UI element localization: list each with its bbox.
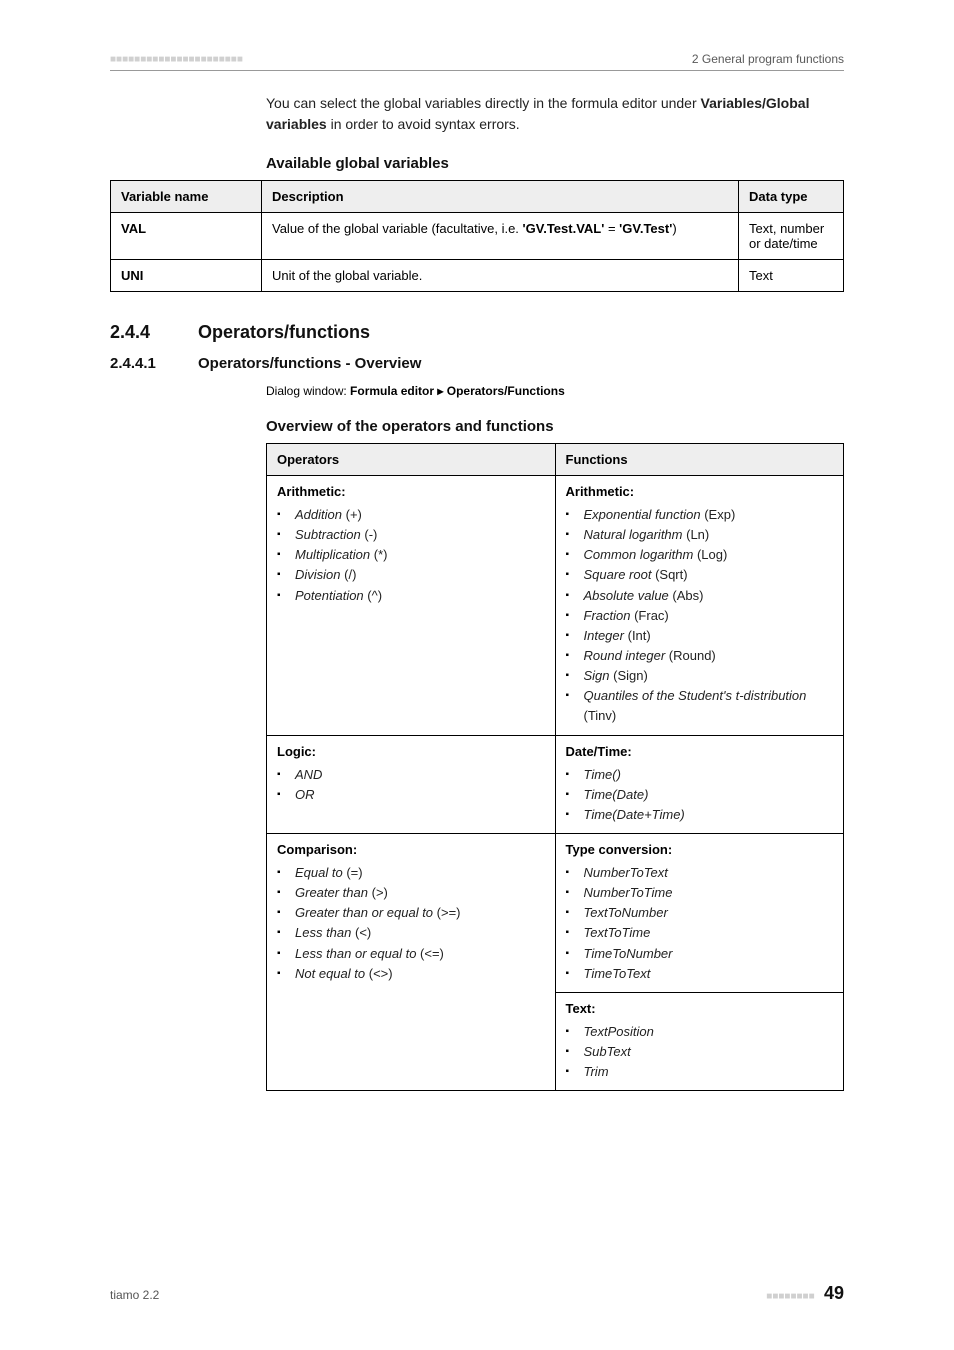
logic-ops-list: ANDOR: [277, 765, 545, 805]
gv-th-type: Data type: [739, 181, 844, 213]
header-blocks: ■■■■■■■■■■■■■■■■■■■■■■: [110, 54, 243, 65]
arith-ops-list: Addition (+)Subtraction (-)Multiplicatio…: [277, 505, 545, 606]
list-item: Potentiation (^): [277, 586, 545, 606]
list-item: Multiplication (*): [277, 545, 545, 565]
list-item: AND: [277, 765, 545, 785]
list-item: Time(): [566, 765, 834, 785]
ops-comp-cell: Comparison: Equal to (=)Greater than (>)…: [267, 833, 556, 1090]
gv-val-type: Text, number or date/time: [739, 213, 844, 260]
list-item: Subtraction (-): [277, 525, 545, 545]
gv-val-desc: Value of the global variable (facultativ…: [262, 213, 739, 260]
header-rule: [110, 70, 844, 71]
gv-caption: Available global variables: [266, 155, 844, 172]
table-row: Logic: ANDOR Date/Time: Time()Time(Date)…: [267, 735, 844, 833]
list-item: Greater than (>): [277, 883, 545, 903]
section-heading: 2.4.4Operators/functions: [110, 322, 844, 343]
gv-uni-name: UNI: [111, 260, 262, 292]
list-item: OR: [277, 785, 545, 805]
list-item: Common logarithm (Log): [566, 545, 834, 565]
list-item: Equal to (=): [277, 863, 545, 883]
datetime-funcs-list: Time()Time(Date)Time(Date+Time): [566, 765, 834, 825]
list-item: Trim: [566, 1062, 834, 1082]
gv-table: Variable name Description Data type VAL …: [110, 180, 844, 292]
ops-th-functions: Functions: [555, 444, 844, 476]
ops-arith-cell: Arithmetic: Addition (+)Subtraction (-)M…: [267, 476, 556, 736]
funcs-arith-cell: Arithmetic: Exponential function (Exp)Na…: [555, 476, 844, 736]
footer-right: ■■■■■■■■ 49: [766, 1283, 844, 1304]
table-row: UNI Unit of the global variable. Text: [111, 260, 844, 292]
list-item: Square root (Sqrt): [566, 565, 834, 585]
list-item: Quantiles of the Student's t-distributio…: [566, 686, 834, 726]
ops-caption: Overview of the operators and functions: [266, 418, 844, 435]
funcs-typeconv-cell: Type conversion: NumberToTextNumberToTim…: [555, 833, 844, 992]
intro-text-c: in order to avoid syntax errors.: [327, 116, 520, 132]
gv-val-name: VAL: [111, 213, 262, 260]
list-item: NumberToTime: [566, 883, 834, 903]
list-item: Time(Date): [566, 785, 834, 805]
table-row: VAL Value of the global variable (facult…: [111, 213, 844, 260]
arith-funcs-list: Exponential function (Exp)Natural logari…: [566, 505, 834, 727]
dialog-path: Dialog window: Formula editor ▸ Operator…: [266, 384, 844, 398]
intro-paragraph: You can select the global variables dire…: [266, 93, 844, 135]
list-item: Sign (Sign): [566, 666, 834, 686]
list-item: Natural logarithm (Ln): [566, 525, 834, 545]
funcs-datetime-cell: Date/Time: Time()Time(Date)Time(Date+Tim…: [555, 735, 844, 833]
comp-ops-list: Equal to (=)Greater than (>)Greater than…: [277, 863, 545, 984]
ops-th-operators: Operators: [267, 444, 556, 476]
list-item: Round integer (Round): [566, 646, 834, 666]
list-item: Exponential function (Exp): [566, 505, 834, 525]
list-item: Division (/): [277, 565, 545, 585]
gv-uni-desc: Unit of the global variable.: [262, 260, 739, 292]
list-item: TextPosition: [566, 1022, 834, 1042]
list-item: SubText: [566, 1042, 834, 1062]
list-item: Time(Date+Time): [566, 805, 834, 825]
gv-th-desc: Description: [262, 181, 739, 213]
text-funcs-list: TextPositionSubTextTrim: [566, 1022, 834, 1082]
intro-text-a: You can select the global variables dire…: [266, 95, 701, 111]
list-item: NumberToText: [566, 863, 834, 883]
ops-logic-cell: Logic: ANDOR: [267, 735, 556, 833]
list-item: TextToNumber: [566, 903, 834, 923]
table-row: Arithmetic: Addition (+)Subtraction (-)M…: [267, 476, 844, 736]
list-item: TimeToNumber: [566, 944, 834, 964]
funcs-text-cell: Text: TextPositionSubTextTrim: [555, 992, 844, 1090]
typeconv-funcs-list: NumberToTextNumberToTimeTextToNumberText…: [566, 863, 834, 984]
header-chapter: 2 General program functions: [692, 52, 844, 66]
ops-table: Operators Functions Arithmetic: Addition…: [266, 443, 844, 1091]
footer-left: tiamo 2.2: [110, 1288, 159, 1302]
list-item: Absolute value (Abs): [566, 586, 834, 606]
list-item: Less than or equal to (<=): [277, 944, 545, 964]
table-row: Comparison: Equal to (=)Greater than (>)…: [267, 833, 844, 992]
list-item: Addition (+): [277, 505, 545, 525]
list-item: TextToTime: [566, 923, 834, 943]
list-item: Less than (<): [277, 923, 545, 943]
list-item: TimeToText: [566, 964, 834, 984]
list-item: Not equal to (<>): [277, 964, 545, 984]
list-item: Fraction (Frac): [566, 606, 834, 626]
gv-th-name: Variable name: [111, 181, 262, 213]
list-item: Integer (Int): [566, 626, 834, 646]
list-item: Greater than or equal to (>=): [277, 903, 545, 923]
gv-uni-type: Text: [739, 260, 844, 292]
subsection-heading: 2.4.4.1Operators/functions - Overview: [110, 355, 844, 372]
